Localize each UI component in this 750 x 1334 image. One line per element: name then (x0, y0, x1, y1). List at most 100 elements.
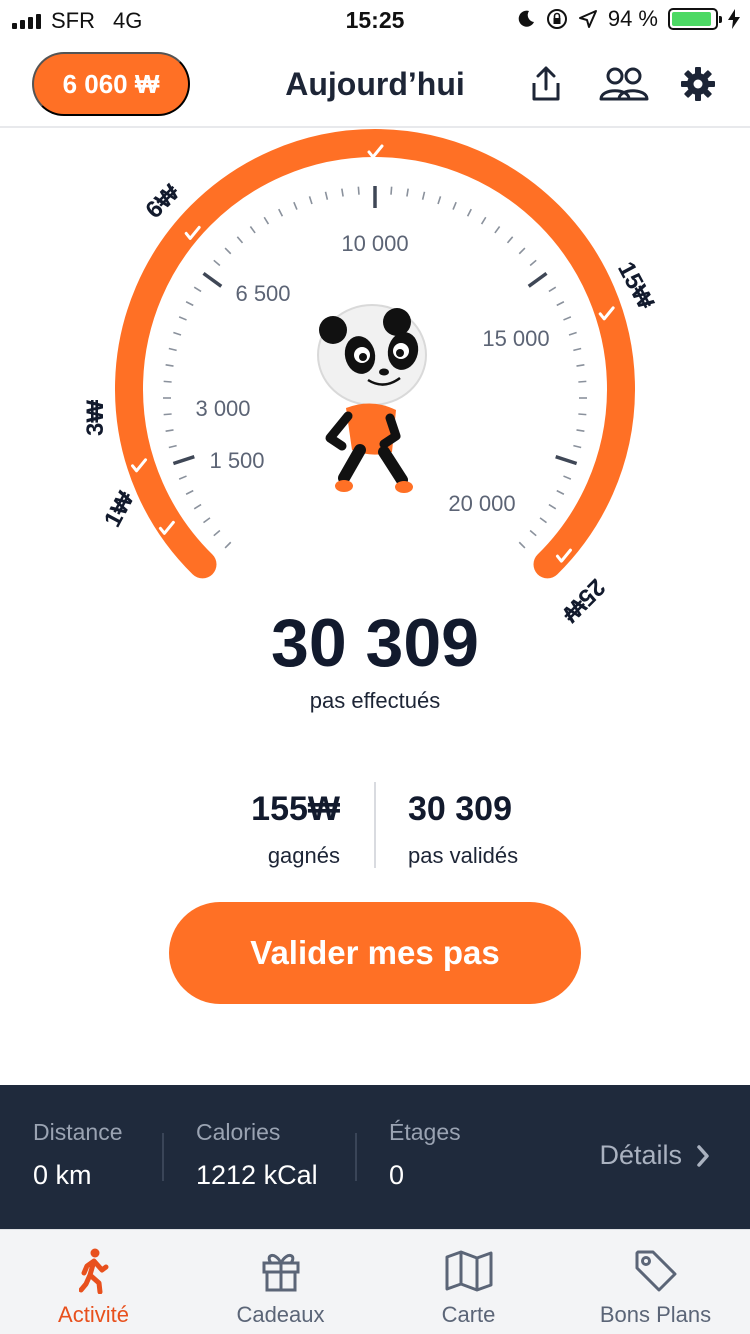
gauge-minor-tick (539, 517, 547, 524)
gauge-label-15000: 15 000 (482, 326, 549, 351)
gauge-minor-tick (506, 236, 514, 244)
gauge-minor-tick (193, 286, 202, 293)
reward-label-3: 3₩ (82, 400, 109, 436)
walking-icon (78, 1248, 109, 1294)
validated-value: 30 309 (408, 790, 512, 828)
gauge-minor-tick (518, 541, 526, 549)
charging-icon (728, 9, 740, 29)
gauge-minor-tick (548, 286, 557, 293)
stats-divider (374, 782, 376, 868)
chevron-right-icon (697, 1144, 709, 1167)
gauge-minor-tick (193, 503, 202, 510)
gauge-minor-tick (185, 301, 194, 307)
floors-label: Étages (389, 1119, 461, 1145)
gauge-minor-tick (203, 517, 211, 524)
gauge-minor-tick (341, 188, 344, 197)
gauge-minor-tick (573, 347, 582, 352)
gauge-label-1500: 1 500 (209, 448, 264, 473)
gauge-minor-tick (578, 413, 587, 416)
steps-label: pas effectués (309, 688, 441, 713)
gauge-minor-tick (236, 236, 244, 244)
gauge-minor-tick (573, 444, 582, 449)
gauge-minor-tick (178, 316, 187, 321)
gauge-minor-tick (529, 259, 537, 267)
tab-bons-plans[interactable]: Bons Plans (562, 1230, 749, 1334)
gauge-major-tick (527, 271, 548, 288)
gauge-minor-tick (165, 429, 174, 432)
metric-divider (355, 1133, 357, 1181)
gauge-minor-tick (563, 475, 572, 480)
gauge-major-tick (202, 271, 223, 288)
tab-activite[interactable]: Activité (0, 1230, 187, 1334)
steps-count: 30 309 (271, 605, 479, 681)
status-bar: SFR 4G 15:25 94 % (0, 0, 750, 40)
metric-divider (162, 1133, 164, 1181)
tab-label: Bons Plans (599, 1302, 712, 1327)
gauge-minor-tick (568, 331, 577, 336)
gear-icon[interactable] (676, 62, 720, 106)
status-right: 94 % (516, 6, 740, 32)
distance-value: 0 km (33, 1160, 92, 1190)
tab-label: Cadeaux (236, 1302, 325, 1327)
gauge-minor-tick (185, 489, 194, 495)
gauge-minor-tick (213, 529, 221, 537)
balance-value: 6 060 ₩ (62, 68, 160, 99)
gauge-minor-tick (173, 331, 182, 336)
gauge-minor-tick (324, 191, 329, 200)
gauge-minor-tick (529, 529, 537, 537)
battery-icon (668, 8, 722, 30)
validated-label: pas validés (408, 843, 519, 868)
tab-carte[interactable]: Carte (375, 1230, 562, 1334)
moon-icon (518, 10, 534, 27)
gauge-minor-tick (249, 226, 256, 234)
gauge-minor-tick (293, 201, 298, 210)
details-link[interactable]: Détails (599, 1140, 710, 1171)
calories-value: 1212 kCal (196, 1160, 318, 1190)
earned-value: 155₩ (251, 790, 340, 828)
gauge-minor-tick (518, 247, 526, 255)
gauge-major-tick (172, 455, 195, 466)
balance-button[interactable]: 6 060 ₩ (32, 52, 190, 116)
tab-cadeaux[interactable]: Cadeaux (187, 1230, 374, 1334)
gauge-minor-tick (406, 188, 409, 197)
battery-percent: 94 % (607, 6, 658, 31)
panda-mascot-icon (317, 304, 427, 493)
gauge-label-3000: 3 000 (195, 396, 250, 421)
gauge-minor-tick (213, 259, 221, 267)
reward-label-1: 1₩ (99, 487, 140, 532)
distance-label: Distance (33, 1119, 123, 1145)
details-label: Détails (599, 1140, 682, 1170)
gauge-minor-tick (548, 503, 557, 510)
gauge-minor-tick (421, 191, 426, 200)
tab-label: Activité (58, 1302, 129, 1327)
gauge-minor-tick (556, 489, 565, 495)
gift-icon (259, 1248, 303, 1294)
floors-value: 0 (389, 1160, 405, 1190)
share-icon[interactable] (524, 62, 568, 106)
gauge-minor-tick (308, 196, 313, 205)
gauge-minor-tick (168, 347, 177, 352)
tab-bar: Activité Cadeaux Carte Bons Plans (0, 1229, 750, 1334)
gauge-label-10000: 10 000 (341, 231, 408, 256)
friends-icon[interactable] (598, 62, 650, 106)
gauge-minor-tick (452, 201, 457, 210)
floors-metric: Étages 0 (389, 1119, 461, 1191)
validated-stat: 30 309 pas validés (408, 790, 608, 869)
calories-metric: Calories 1212 kCal (196, 1119, 318, 1191)
gauge-label-20000: 20 000 (448, 491, 515, 516)
gauge-label-6500: 6 500 (235, 281, 290, 306)
gauge-minor-tick (576, 429, 585, 432)
gauge-minor-tick (224, 247, 232, 255)
validate-steps-button[interactable]: Valider mes pas (169, 902, 581, 1004)
gauge-minor-tick (390, 186, 393, 195)
metrics-panel: Distance 0 km Calories 1212 kCal Étages … (0, 1085, 750, 1229)
app-header: 6 060 ₩ Aujourd’hui (0, 40, 750, 128)
gauge-minor-tick (578, 380, 587, 383)
gauge-minor-tick (466, 208, 472, 217)
earned-label: gagnés (267, 843, 340, 868)
tab-label: Carte (441, 1302, 496, 1327)
distance-metric: Distance 0 km (33, 1119, 122, 1191)
gauge-minor-tick (494, 226, 501, 234)
earned-stat: 155₩ gagnés (140, 790, 340, 869)
gauge-minor-tick (163, 380, 172, 383)
